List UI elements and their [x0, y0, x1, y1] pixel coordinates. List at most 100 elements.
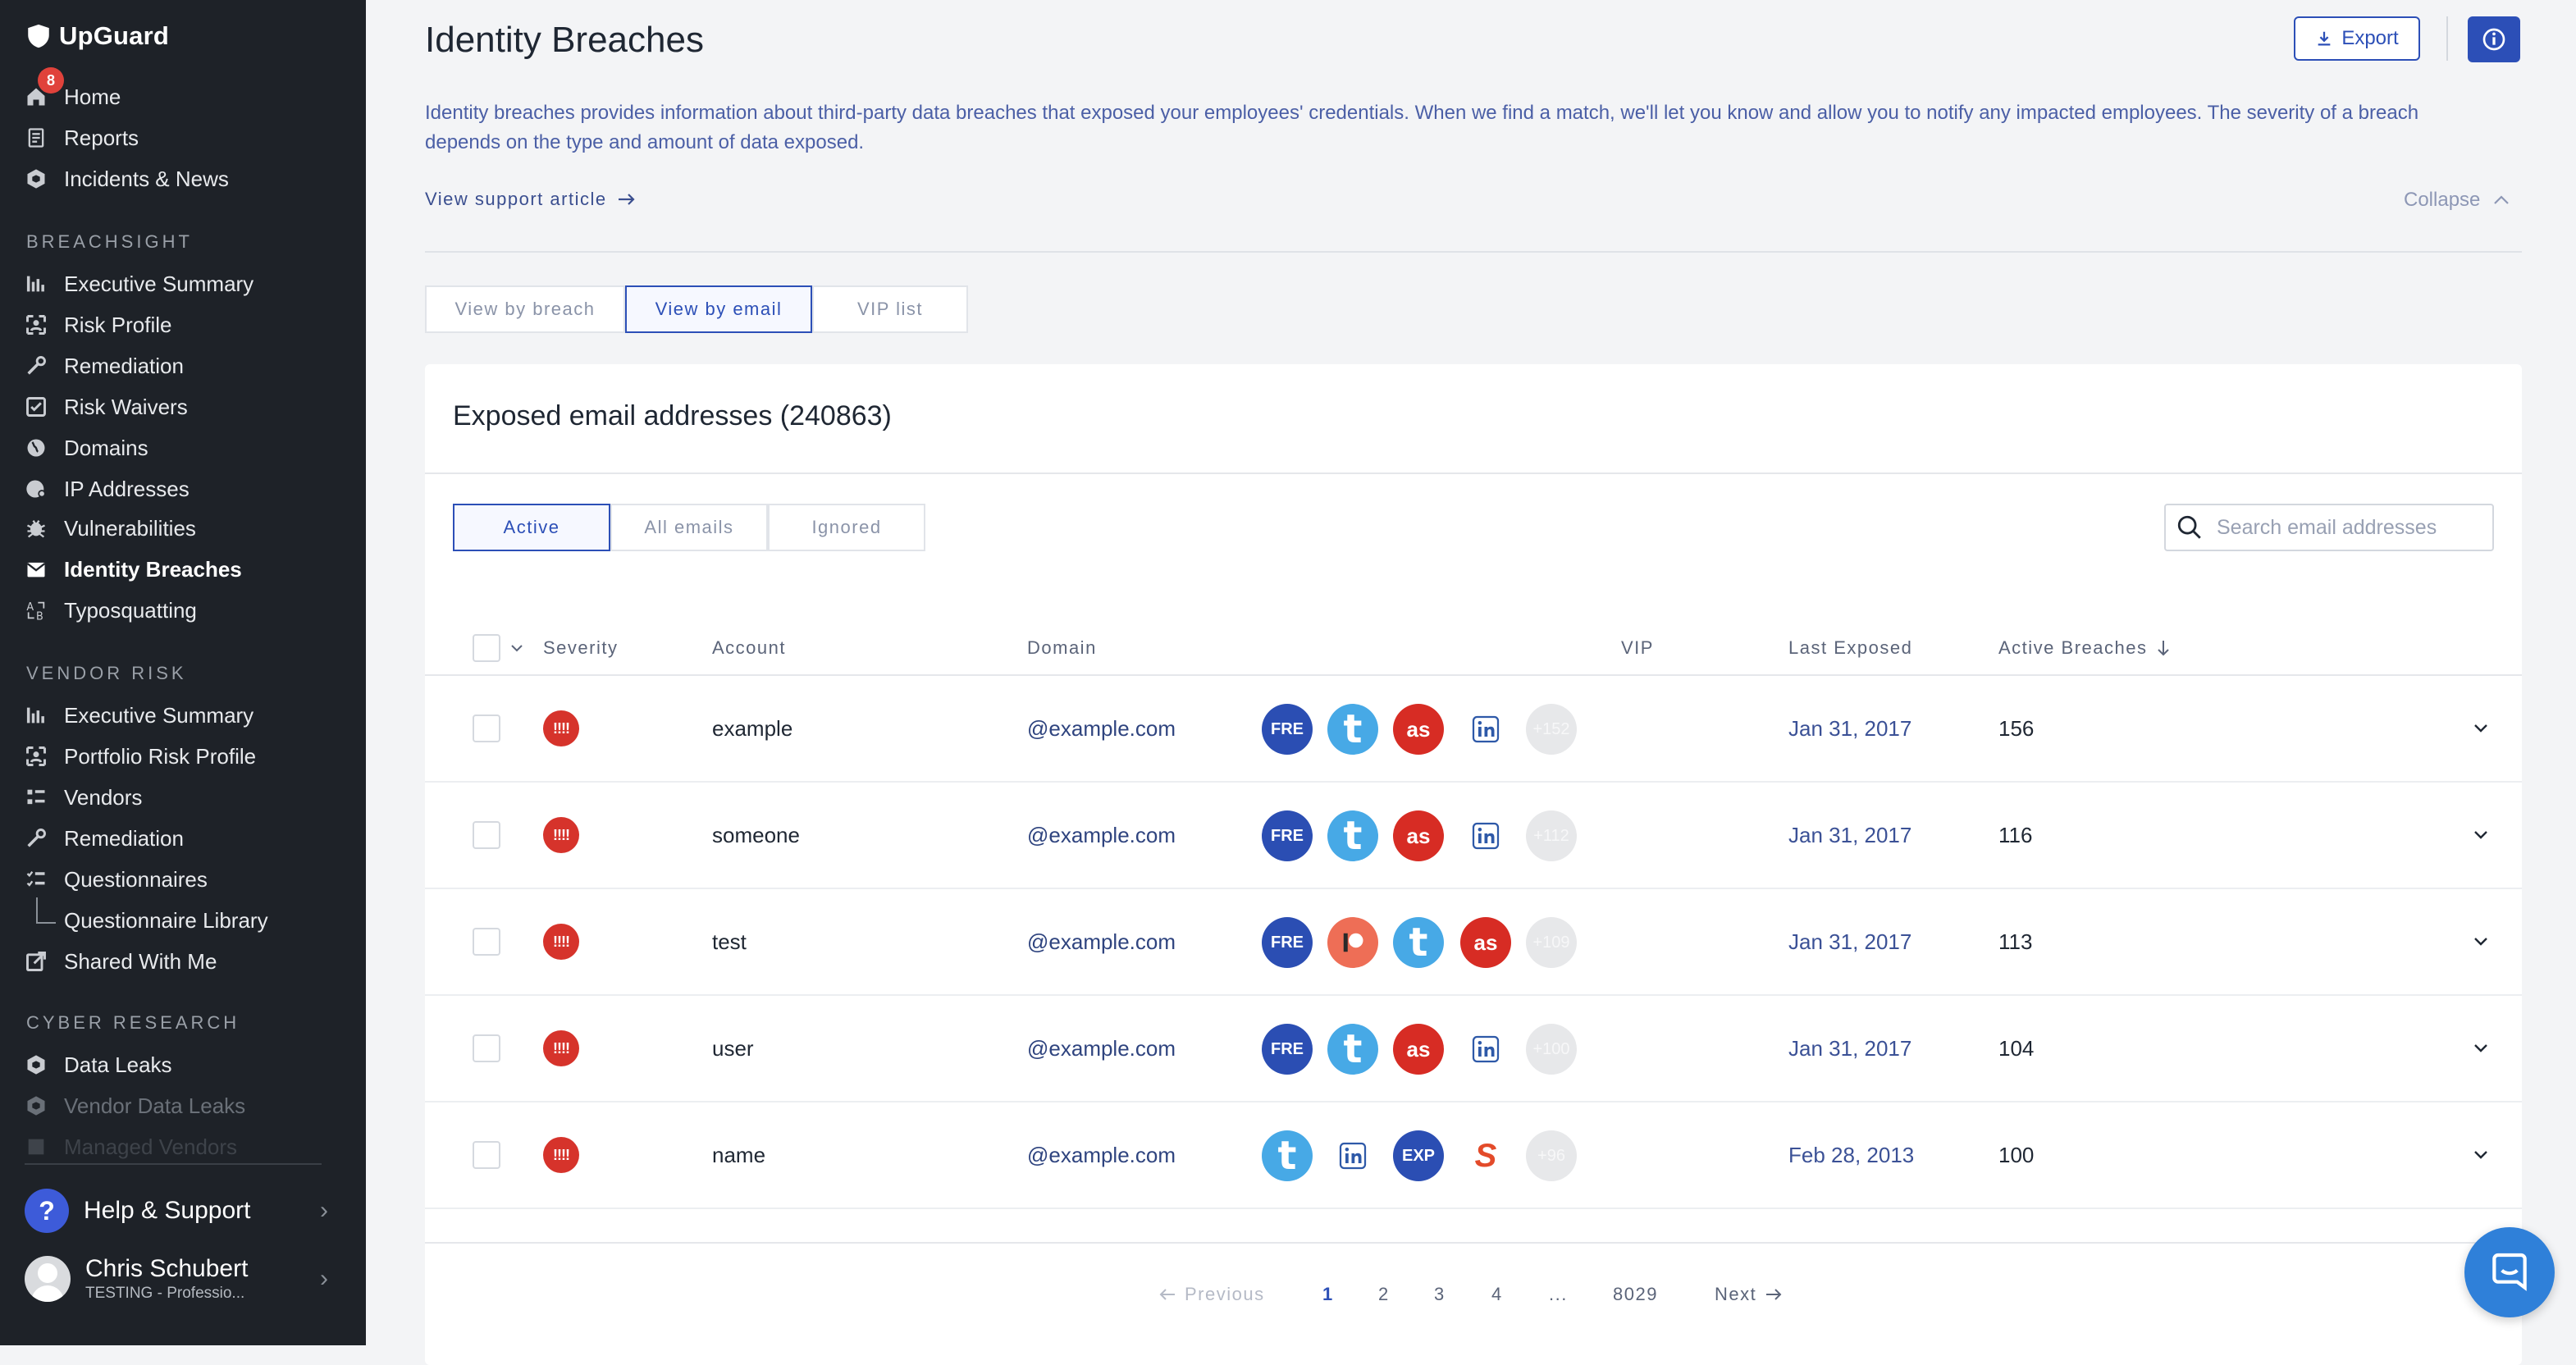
breach-more-icon[interactable]: +100 [1526, 1024, 1577, 1075]
breach-t-icon[interactable]: t [1327, 810, 1378, 861]
export-button[interactable]: Export [2294, 16, 2420, 61]
breach-more-icon[interactable]: +109 [1526, 917, 1577, 968]
collapse-button[interactable]: Collapse [2404, 189, 2511, 212]
expand-row-chevron-icon[interactable] [2464, 819, 2497, 851]
sidebar-item-remediation[interactable]: Remediation [25, 349, 353, 382]
sidebar-item-label: Reports [64, 125, 139, 150]
sidebar-item-vendor-executive-summary[interactable]: Executive Summary [25, 699, 353, 732]
sidebar-item-risk-waivers[interactable]: Risk Waivers [25, 390, 353, 423]
select-all-checkbox[interactable] [473, 634, 500, 662]
column-header-domain[interactable]: Domain [1027, 623, 1097, 673]
page-title: Identity Breaches [425, 20, 704, 60]
page-2[interactable]: 2 [1378, 1270, 1390, 1319]
breach-t-icon[interactable]: t [1327, 704, 1378, 755]
column-header-vip[interactable]: VIP [1621, 623, 1654, 673]
sidebar-item-questionnaire-library[interactable]: Questionnaire Library [25, 904, 353, 937]
expand-row-chevron-icon[interactable] [2464, 925, 2497, 958]
tab-ignored[interactable]: Ignored [768, 504, 925, 551]
breach-fre-icon[interactable]: FRE [1262, 810, 1313, 861]
page-ellipsis: ... [1549, 1284, 1568, 1304]
search-input[interactable] [2215, 514, 2481, 541]
sidebar-item-shared-with-me[interactable]: Shared With Me [25, 945, 353, 978]
chevron-right-icon: › [320, 1197, 328, 1224]
breach-li-icon[interactable] [1327, 1130, 1378, 1181]
sidebar-item-typosquatting[interactable]: AB Typosquatting [25, 594, 353, 627]
tab-all-emails[interactable]: All emails [610, 504, 768, 551]
breach-lastfm-icon[interactable]: as [1393, 810, 1444, 861]
row-checkbox[interactable] [473, 714, 500, 742]
sidebar-item-data-leaks[interactable]: Data Leaks [25, 1048, 353, 1081]
sidebar: UpGuard Home 8 Reports Incidents & News … [0, 0, 366, 1345]
breach-more-icon[interactable]: +152 [1526, 704, 1577, 755]
next-page-button[interactable]: Next [1715, 1270, 1783, 1319]
page-last[interactable]: 8029 [1613, 1270, 1658, 1319]
column-header-last-exposed[interactable]: Last Exposed [1788, 623, 1912, 673]
sidebar-item-identity-breaches[interactable]: Identity Breaches [25, 553, 353, 586]
tab-view-by-breach[interactable]: View by breach [425, 285, 625, 333]
support-article-link[interactable]: View support article [425, 189, 637, 210]
sidebar-item-questionnaires[interactable]: Questionnaires [25, 863, 353, 896]
sidebar-item-vendor-data-leaks[interactable]: Vendor Data Leaks [25, 1089, 353, 1122]
page-1[interactable]: 1 [1322, 1270, 1334, 1319]
expand-row-chevron-icon[interactable] [2464, 712, 2497, 745]
row-checkbox[interactable] [473, 1034, 500, 1062]
breach-fre-icon[interactable]: FRE [1262, 917, 1313, 968]
sidebar-item-portfolio-risk-profile[interactable]: Portfolio Risk Profile [25, 740, 353, 773]
breach-s-icon[interactable]: S [1460, 1130, 1511, 1181]
table-row[interactable]: !!!! test @example.com Jan 31, 2017 113 FRE t a… [425, 889, 2522, 996]
sidebar-item-vendor-remediation[interactable]: Remediation [25, 822, 353, 855]
breach-lastfm-icon[interactable]: as [1393, 704, 1444, 755]
chat-launcher-button[interactable] [2464, 1227, 2555, 1317]
breach-fre-icon[interactable]: FRE [1262, 1024, 1313, 1075]
sidebar-item-home[interactable]: Home [25, 80, 353, 113]
previous-page-button[interactable]: Previous [1158, 1270, 1265, 1319]
sidebar-item-vendors[interactable]: Vendors [25, 781, 353, 814]
column-header-severity[interactable]: Severity [543, 623, 618, 673]
breach-li-icon[interactable] [1460, 810, 1511, 861]
row-checkbox[interactable] [473, 1141, 500, 1169]
column-header-account[interactable]: Account [712, 623, 786, 673]
row-checkbox[interactable] [473, 928, 500, 956]
table-row[interactable]: !!!! name @example.com Feb 28, 2013 100 t EXP S… [425, 1102, 2522, 1209]
breach-lastfm-icon[interactable]: as [1393, 1024, 1444, 1075]
chevron-down-icon[interactable] [509, 642, 525, 654]
help-support-button[interactable]: ? Help & Support › [25, 1188, 328, 1234]
user-menu[interactable]: Chris Schubert TESTING - Professio... › [25, 1250, 328, 1308]
page-3[interactable]: 3 [1434, 1270, 1446, 1319]
breach-fre-icon[interactable]: FRE [1262, 704, 1313, 755]
expand-row-chevron-icon[interactable] [2464, 1139, 2497, 1171]
sidebar-item-vulnerabilities[interactable]: Vulnerabilities [25, 512, 353, 545]
info-button[interactable] [2468, 16, 2520, 62]
breach-exp-icon[interactable]: EXP [1393, 1130, 1444, 1181]
sidebar-item-risk-profile[interactable]: Risk Profile [25, 308, 353, 341]
table-row[interactable]: !!!! example @example.com Jan 31, 2017 156 FR… [425, 676, 2522, 783]
tab-vip-list[interactable]: VIP list [812, 285, 968, 333]
expand-row-chevron-icon[interactable] [2464, 1032, 2497, 1065]
breach-t-icon[interactable]: t [1262, 1130, 1313, 1181]
breach-li-icon[interactable] [1460, 1024, 1511, 1075]
main-content: Identity Breaches Export Identity breach… [366, 0, 2576, 1365]
breach-t-icon[interactable]: t [1327, 1024, 1378, 1075]
breach-more-icon[interactable]: +96 [1526, 1130, 1577, 1181]
sidebar-item-domains[interactable]: Domains [25, 431, 353, 464]
tab-active[interactable]: Active [453, 504, 610, 551]
sidebar-item-incidents-news[interactable]: Incidents & News [25, 162, 353, 195]
breach-more-icon[interactable]: +112 [1526, 810, 1577, 861]
breach-patreon-icon[interactable] [1327, 917, 1378, 968]
sidebar-item-managed-vendors[interactable]: Managed Vendors [25, 1130, 353, 1163]
sidebar-item-ip-addresses[interactable]: IP Addresses [25, 472, 353, 505]
tab-view-by-email[interactable]: View by email [625, 285, 812, 333]
table-row[interactable]: !!!! someone @example.com Jan 31, 2017 116 FR… [425, 783, 2522, 889]
row-checkbox[interactable] [473, 821, 500, 849]
section-title-breachsight: BREACHSIGHT [26, 231, 193, 252]
breach-t-icon[interactable]: t [1393, 917, 1444, 968]
sidebar-item-executive-summary[interactable]: Executive Summary [25, 267, 353, 300]
sidebar-item-reports[interactable]: Reports [25, 121, 353, 154]
breach-lastfm-icon[interactable]: as [1460, 917, 1511, 968]
breach-li-icon[interactable] [1460, 704, 1511, 755]
select-all-control[interactable] [473, 623, 525, 673]
page-4[interactable]: 4 [1491, 1270, 1503, 1319]
table-row[interactable]: !!!! user @example.com Jan 31, 2017 104 FRE t a… [425, 996, 2522, 1102]
column-header-active-breaches[interactable]: Active Breaches [1998, 623, 2172, 673]
upguard-logo[interactable]: UpGuard [25, 21, 169, 51]
